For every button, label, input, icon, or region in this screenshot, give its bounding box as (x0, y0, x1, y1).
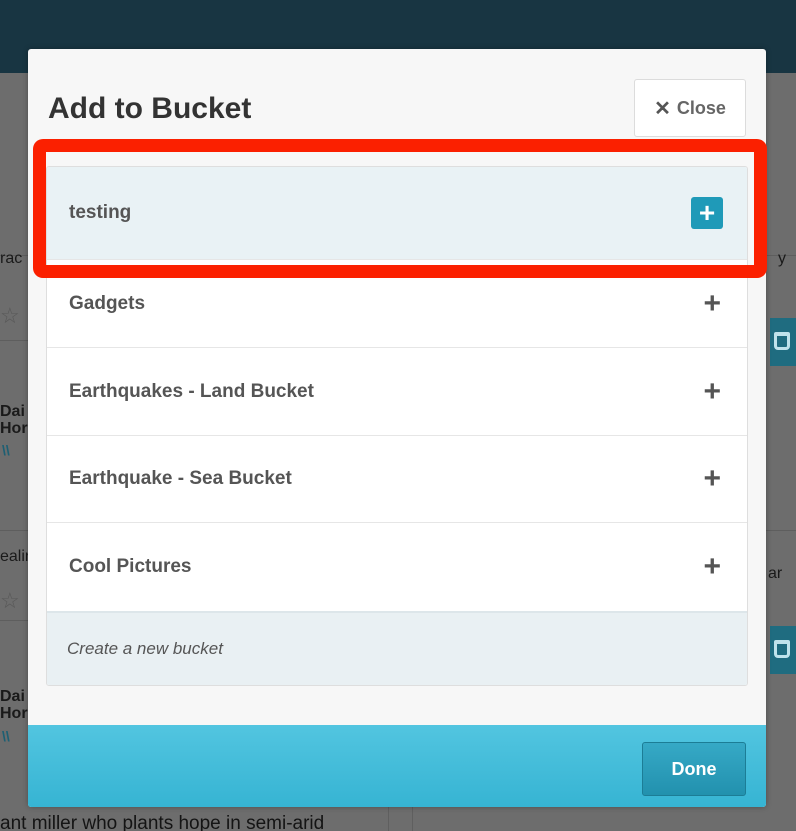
background-bucket-icon (770, 318, 796, 366)
new-bucket-row (47, 611, 747, 685)
bucket-item-label: Gadgets (69, 292, 146, 314)
bucket-item-testing[interactable]: testing + (47, 167, 747, 260)
bucket-item-label: Earthquake - Sea Bucket (69, 468, 292, 489)
background-divider (766, 530, 796, 531)
bucket-item-gadgets[interactable]: Gadgets + (47, 260, 747, 348)
rss-icon: \\ (2, 728, 10, 744)
add-icon[interactable]: + (703, 376, 721, 407)
background-text-fragment: Dai (0, 403, 25, 420)
add-icon[interactable]: + (691, 197, 723, 229)
background-text-fragment: ar (768, 565, 783, 582)
bucket-item-label: Earthquakes - Land Bucket (69, 380, 314, 402)
bucket-item-label: Cool Pictures (69, 556, 192, 577)
done-button[interactable]: Done (642, 742, 746, 796)
bucket-item-earthquakes-land[interactable]: Earthquakes - Land Bucket + (47, 348, 747, 436)
rss-icon: \\ (2, 442, 10, 458)
add-icon[interactable]: + (703, 288, 721, 319)
new-bucket-input[interactable] (67, 639, 667, 659)
star-icon: ☆ (0, 588, 20, 613)
add-to-bucket-modal: Add to Bucket ✕ Close testing + Gadgets … (28, 49, 766, 807)
modal-title: Add to Bucket (48, 92, 252, 125)
bucket-item-earthquake-sea[interactable]: Earthquake - Sea Bucket + (47, 436, 747, 523)
background-divider (0, 530, 28, 531)
bucket-item-cool-pictures[interactable]: Cool Pictures + (47, 523, 747, 611)
add-icon[interactable]: + (703, 552, 721, 582)
close-button[interactable]: ✕ Close (634, 79, 746, 137)
background-article-text: ant miller who plants hope in semi-arid (0, 813, 325, 831)
background-text-fragment: rac (0, 250, 23, 267)
close-button-label: Close (676, 97, 726, 118)
background-text-fragment: Dai (0, 688, 25, 705)
background-divider (0, 340, 28, 341)
add-icon[interactable]: + (703, 464, 721, 494)
background-divider (0, 620, 28, 621)
star-icon: ☆ (0, 303, 20, 328)
modal-footer: Done (28, 725, 766, 807)
background-text-fragment: Hor (0, 705, 28, 722)
background-text-fragment: Hor (0, 420, 28, 437)
bucket-list: testing + Gadgets + Earthquakes - Land B… (46, 166, 748, 686)
background-bucket-icon (770, 626, 796, 674)
bucket-item-label: testing (69, 202, 132, 223)
close-icon: ✕ (654, 97, 671, 120)
background-text-fragment: y (778, 250, 786, 267)
